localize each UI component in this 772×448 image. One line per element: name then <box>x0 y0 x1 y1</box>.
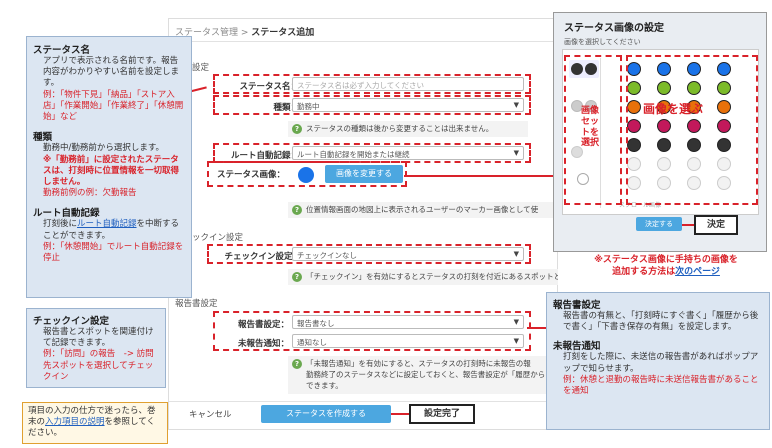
arrow-icon <box>391 413 409 415</box>
highlight-image <box>207 161 407 187</box>
custom-note-line: ※ステータス画像に手持ちの画像を <box>594 255 738 265</box>
highlight-route <box>213 143 531 163</box>
custom-note-line-2: 追加する方法は次のページ <box>566 266 766 278</box>
decide-callout: 決定 <box>694 215 738 235</box>
create-status-button[interactable]: ステータスを作成する <box>261 405 391 423</box>
checkin-body: 報告書とスポットを関連付けて記録できます。 <box>43 327 154 349</box>
report-body: 報告書の有無と、「打刻時にすぐ書く」「履歴から後で書く」「下書き保存の有無」を設… <box>563 311 759 333</box>
help-note: 項目の入力の仕方で迷ったら、巻末の入力項目の説明を参照してください。 <box>22 402 168 444</box>
status-name-example: 例：「物件下見」「納品」「ストア入店」「作業開始」「作業終了」「休憩開始」など <box>43 89 184 123</box>
highlight-report <box>213 311 531 351</box>
cancel-button[interactable]: キャンセル <box>189 408 232 420</box>
help-icon: ? <box>292 124 302 134</box>
unreport-note: ? 「未報告通知」を有効にすると、ステータスの打刻時に未報告の報 勤務終了のステ… <box>288 356 558 394</box>
kind-warning: ※「勤務前」に設定されたステータスは、打刻時に位置情報を一切取得しません。 <box>43 154 180 187</box>
field-help-link[interactable]: 入力項目の説明 <box>45 417 105 427</box>
checkin-note: ? 「チェックイン」を有効にするとステータスの打刻を付近にあるスポットと紐付ける… <box>288 269 558 285</box>
checkin-title: チェックイン設定 <box>33 316 110 327</box>
kind-note: ? ステータスの種類は後から変更することは出来ません。 <box>288 121 528 137</box>
image-note: ? 位置情報画面の地図上に表示されるユーザーのマーカー画像として使 <box>288 202 558 218</box>
left-notes-panel: ステータス名 アプリで表示される名前です。報告内容がわかりやすい名前を設定します… <box>26 36 192 298</box>
status-name-body: アプリで表示される名前です。報告内容がわかりやすい名前を設定します。 <box>43 56 180 89</box>
highlight-set <box>564 55 622 205</box>
status-add-form: ステータス管理 > ステータス追加 基本設定 ステータス名： ステータス名は必ず… <box>168 18 559 430</box>
route-title: ルート自動記録 <box>33 208 100 220</box>
kind-body: 勤務中/勤務前から選択します。 <box>43 143 165 154</box>
route-body: 打刻後にルート自動記録を中断することができます。 <box>33 219 185 241</box>
dialog-title: ステータス画像の設定 <box>564 23 664 34</box>
kind-title: 種類 <box>33 132 53 144</box>
unreport-body: 打刻をした際に、未送信の報告書があればポップアップで知らせます。 <box>563 352 759 374</box>
checkin-note-text: 「チェックイン」を有効にするとステータスの打刻を付近にあるスポットと紐付ける事が… <box>306 272 558 281</box>
divider <box>169 41 559 42</box>
help-icon: ? <box>292 272 302 282</box>
decide-button[interactable]: 決定する <box>636 217 682 231</box>
unreport-note-line: 勤務終了のステータスなどに設定しておくと、報告書設定が「履歴から <box>306 369 546 379</box>
report-notes-panel: 報告書設定 報告書の有無と、「打刻時にすぐ書く」「履歴から後で書く」「下書き保存… <box>546 292 770 430</box>
breadcrumb: ステータス管理 > ステータス追加 <box>175 25 314 38</box>
kind-note-text: ステータスの種類は後から変更することは出来ません。 <box>306 124 494 133</box>
next-page-link[interactable]: 次のページ <box>675 267 720 277</box>
highlight-grid <box>626 55 758 205</box>
highlight-status-name <box>213 74 531 94</box>
custom-note-text: 追加する方法は <box>612 267 676 278</box>
route-link[interactable]: ルート自動記録 <box>77 219 137 229</box>
done-callout: 設定完了 <box>409 404 475 424</box>
status-image-dialog: ステータス画像の設定 画像を選択してください スクロール画像 画像を選ぶ 画像セ… <box>553 12 767 252</box>
help-icon: ? <box>292 359 302 369</box>
report-title: 報告書設定 <box>553 300 601 311</box>
section-report-title: 報告書設定 <box>175 299 218 309</box>
unreport-note-line: 「未報告通知」を有効にすると、ステータスの打刻時に未報告の報 <box>306 359 531 368</box>
highlight-kind <box>213 95 531 115</box>
image-note-text: 位置情報画面の地図上に表示されるユーザーのマーカー画像として使 <box>306 205 539 214</box>
unreport-title: 未報告通知 <box>553 341 601 353</box>
connector-line <box>404 175 554 177</box>
dialog-subtitle: 画像を選択してください <box>564 38 641 46</box>
unreport-example: 例：休憩と退勤の報告時に未送信報告書があることを通知 <box>563 374 759 397</box>
breadcrumb-current: ステータス追加 <box>251 28 315 38</box>
help-note-text: 項目の入力の仕方で迷ったら、巻末の入力項目の説明を参照してください。 <box>28 406 162 440</box>
route-body-pre: 打刻後に <box>43 219 78 230</box>
help-icon: ? <box>292 205 302 215</box>
unreport-note-line: できます。 <box>306 380 343 390</box>
highlight-checkin <box>207 244 531 264</box>
status-name-title: ステータス名 <box>33 45 91 56</box>
arrow-icon <box>682 224 694 226</box>
kind-example: 勤務前例の例：欠勤報告 <box>43 188 137 199</box>
route-example: 例：「休憩開始」でルート自動記録を停止 <box>43 241 184 264</box>
custom-image-note: ※ステータス画像に手持ちの画像を 追加する方法は次のページ <box>566 254 766 278</box>
checkin-notes-panel: チェックイン設定 報告書とスポットを関連付けて記録できます。 例：「訪問」の報告… <box>26 308 166 388</box>
divider <box>169 401 559 402</box>
checkin-example: 例：「訪問」の報告 -> 訪問先スポットを選択してチェックイン <box>43 349 154 382</box>
